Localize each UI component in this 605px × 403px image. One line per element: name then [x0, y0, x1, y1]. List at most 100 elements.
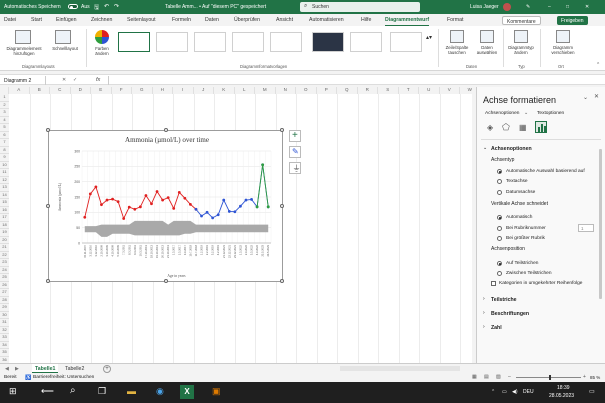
styles-scroll-icon[interactable]: ▴▾ — [426, 34, 432, 41]
zoom-out-icon[interactable]: – — [508, 374, 511, 380]
row-header[interactable]: 28 — [0, 296, 9, 304]
formula-input[interactable] — [108, 76, 602, 85]
row-header[interactable]: 22 — [0, 251, 9, 259]
column-header[interactable]: J — [193, 87, 214, 94]
row-header[interactable]: 17 — [0, 214, 9, 222]
name-box[interactable]: Diagramm 2 — [2, 76, 46, 85]
row-header[interactable]: 24 — [0, 266, 9, 274]
confirm-icon[interactable]: ✓ — [73, 77, 77, 83]
section-tick-marks[interactable]: Teilstriche — [491, 297, 517, 303]
row-header[interactable]: 29 — [0, 304, 9, 312]
close-icon[interactable]: ✕ — [585, 4, 589, 11]
column-header[interactable]: W — [460, 87, 472, 94]
menu-einfuegen[interactable]: Einfügen — [56, 17, 76, 23]
column-header[interactable]: B — [29, 87, 50, 94]
expander-closed-icon[interactable]: › — [483, 324, 485, 330]
row-header[interactable]: 31 — [0, 319, 9, 327]
row-header[interactable]: 33 — [0, 334, 9, 342]
pane-scrollbar[interactable] — [599, 149, 602, 299]
tab-text-options[interactable]: Textoptionen — [537, 111, 564, 116]
page-break-icon[interactable]: ▧ — [496, 374, 501, 380]
accessibility-icon[interactable]: ♿ — [25, 375, 31, 381]
column-header[interactable]: L — [234, 87, 255, 94]
resize-handle[interactable] — [46, 204, 50, 208]
column-header[interactable]: A — [9, 87, 30, 94]
row-header[interactable]: 6 — [0, 131, 9, 139]
tab-prev-icon[interactable]: ◀ — [5, 366, 9, 372]
row-header[interactable]: 14 — [0, 191, 9, 199]
maximize-icon[interactable]: □ — [566, 4, 569, 11]
change-colors-button[interactable]: Farben ändern — [88, 46, 116, 56]
photos-icon[interactable]: ▣ — [212, 386, 221, 397]
radio-crosses-category-number[interactable] — [497, 226, 502, 231]
switch-row-column-icon[interactable] — [450, 30, 464, 43]
tab-axis-options[interactable]: Achsenoptionen — [485, 111, 519, 116]
row-header[interactable]: 30 — [0, 311, 9, 319]
column-header[interactable]: D — [70, 87, 91, 94]
row-header[interactable]: 16 — [0, 206, 9, 214]
chevron-down-icon[interactable]: ⌄ — [524, 110, 528, 116]
resize-handle[interactable] — [164, 128, 168, 132]
row-header[interactable]: 5 — [0, 124, 9, 132]
add-sheet-button[interactable]: + — [103, 364, 111, 373]
reverse-order-checkbox[interactable] — [491, 281, 496, 286]
chart-area[interactable]: Ammonia (µmol/L) over time 0 50 100 150 200 25… — [46, 128, 284, 283]
chart-styles-button[interactable]: ✎ — [289, 146, 301, 158]
resize-handle[interactable] — [46, 279, 50, 283]
menu-ansicht[interactable]: Ansicht — [276, 17, 293, 23]
search-input[interactable]: Suchen — [312, 4, 329, 10]
row-header[interactable]: 18 — [0, 221, 9, 229]
row-header[interactable]: 20 — [0, 236, 9, 244]
column-header[interactable]: F — [111, 87, 132, 94]
row-header[interactable]: 4 — [0, 116, 9, 124]
line-chart[interactable]: Ammonia (µmol/L) over time 0 50 100 150 200 25… — [49, 131, 284, 283]
chart-style-5[interactable] — [270, 32, 302, 52]
column-header[interactable]: K — [214, 87, 235, 94]
minimize-icon[interactable]: – — [548, 4, 551, 11]
row-header[interactable]: 12 — [0, 176, 9, 184]
redo-icon[interactable]: ↷ — [114, 3, 119, 10]
section-axis-options[interactable]: Achsenoptionen — [491, 146, 532, 152]
row-header[interactable]: 32 — [0, 326, 9, 334]
task-view-icon[interactable]: ❐ — [98, 386, 106, 397]
add-element-button[interactable]: Diagrammelement hinzufügen — [3, 46, 45, 56]
menu-zeichnen[interactable]: Zeichnen — [91, 17, 112, 23]
section-labels[interactable]: Beschriftungen — [491, 311, 529, 317]
move-chart-icon[interactable] — [556, 30, 570, 43]
user-name[interactable]: Luisa Jaeger — [470, 4, 499, 10]
change-chart-type-icon[interactable] — [514, 30, 528, 43]
category-number-input[interactable]: 1 — [578, 224, 594, 232]
row-header[interactable]: 34 — [0, 341, 9, 349]
edge-icon[interactable]: ◉ — [156, 386, 164, 397]
row-header[interactable]: 3 — [0, 109, 9, 117]
resize-handle[interactable] — [280, 279, 284, 283]
chart-filter-button[interactable]: ⏚ — [289, 162, 301, 174]
select-data-icon[interactable] — [480, 30, 494, 43]
radio-crosses-max-category[interactable] — [497, 236, 502, 241]
column-header[interactable]: E — [91, 87, 112, 94]
size-properties-icon[interactable]: ▦ — [519, 123, 527, 132]
switch-row-column-button[interactable]: Zeile/Spalte tauschen — [441, 45, 473, 55]
row-header[interactable]: 35 — [0, 349, 9, 357]
resize-handle[interactable] — [164, 279, 168, 283]
chart-style-4[interactable] — [232, 32, 264, 52]
column-header[interactable]: T — [398, 87, 419, 94]
menu-ueberpruefen[interactable]: Überprüfen — [234, 17, 260, 23]
row-header[interactable]: 23 — [0, 259, 9, 267]
fill-line-icon[interactable]: ◈ — [487, 123, 493, 132]
menu-diagrammentwurf[interactable]: Diagrammentwurf — [385, 17, 430, 26]
row-header[interactable]: 1 — [0, 94, 9, 102]
resize-handle[interactable] — [280, 128, 284, 132]
zoom-slider-thumb[interactable] — [549, 375, 551, 380]
column-header[interactable]: C — [50, 87, 71, 94]
row-header[interactable]: 11 — [0, 169, 9, 177]
zoom-in-icon[interactable]: + — [583, 374, 586, 380]
column-header[interactable]: H — [152, 87, 173, 94]
column-header[interactable]: O — [296, 87, 317, 94]
resize-handle[interactable] — [280, 204, 284, 208]
chart-style-3[interactable] — [194, 32, 226, 52]
search-box[interactable]: ⌕ Suchen — [300, 2, 420, 12]
column-header[interactable]: U — [419, 87, 440, 94]
accessibility-status[interactable]: Barrierefreiheit: Untersuchen — [33, 375, 94, 380]
column-header[interactable]: S — [378, 87, 399, 94]
